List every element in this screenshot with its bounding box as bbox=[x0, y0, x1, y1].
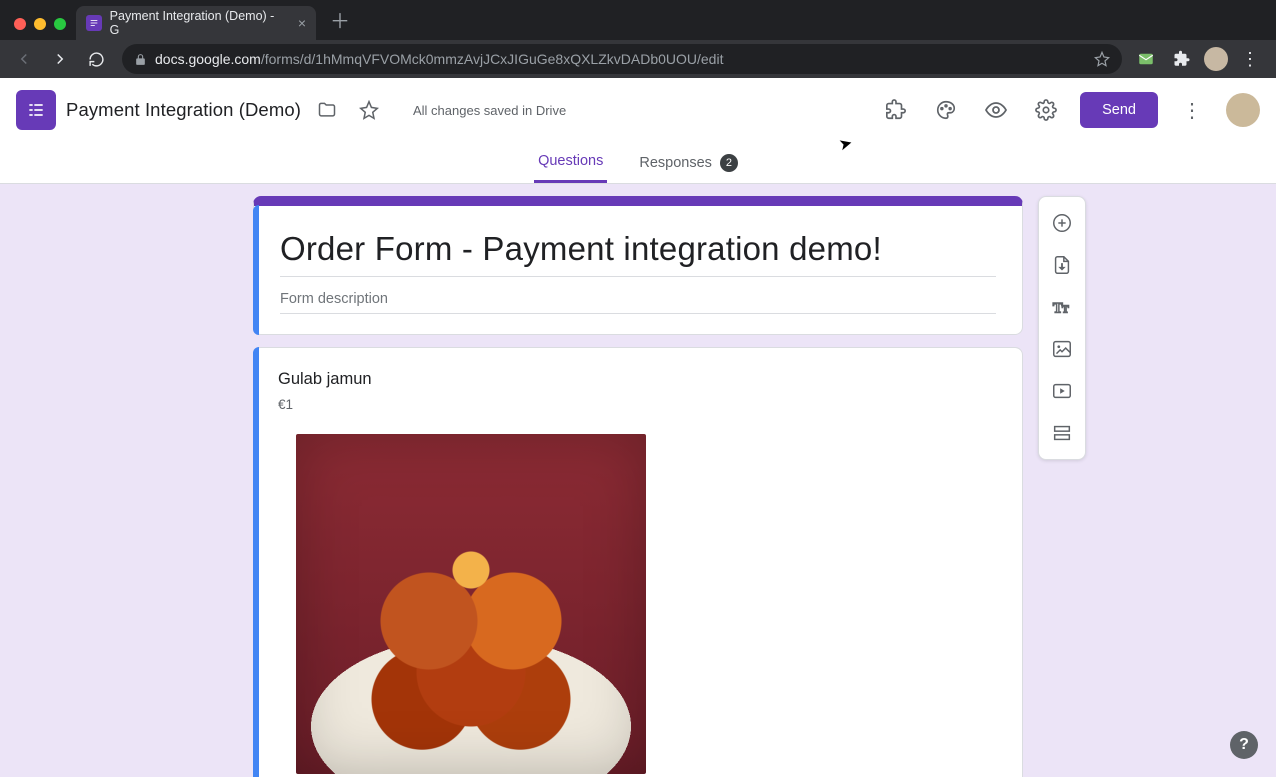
browser-actions: ⋮ bbox=[1132, 45, 1268, 73]
addons-puzzle-icon[interactable] bbox=[880, 94, 912, 126]
question-image[interactable] bbox=[296, 434, 646, 774]
extension-mail-icon[interactable] bbox=[1132, 45, 1160, 73]
responses-count-badge: 2 bbox=[720, 154, 738, 172]
customize-theme-palette-icon[interactable] bbox=[930, 94, 962, 126]
move-to-folder-icon[interactable] bbox=[311, 94, 343, 126]
address-bar[interactable]: docs.google.com/forms/d/1hMmqVFVOMck0mmz… bbox=[122, 44, 1122, 74]
import-questions-icon[interactable] bbox=[1042, 245, 1082, 285]
browser-chrome: Payment Integration (Demo) - G × ＋ docs.… bbox=[0, 0, 1276, 78]
close-window-button[interactable] bbox=[14, 18, 26, 30]
settings-gear-icon[interactable] bbox=[1030, 94, 1062, 126]
bookmark-star-icon[interactable] bbox=[1094, 51, 1110, 67]
floating-toolbar: TT bbox=[1038, 196, 1086, 460]
document-title[interactable]: Payment Integration (Demo) bbox=[66, 99, 301, 121]
form-stack: Order Form - Payment integration demo! F… bbox=[253, 196, 1023, 777]
forms-favicon-icon bbox=[86, 15, 102, 31]
preview-eye-icon[interactable] bbox=[980, 94, 1012, 126]
add-question-icon[interactable] bbox=[1042, 203, 1082, 243]
selection-indicator bbox=[253, 347, 259, 777]
window-controls bbox=[8, 18, 76, 40]
extensions-puzzle-icon[interactable] bbox=[1168, 45, 1196, 73]
add-title-text-icon[interactable]: TT bbox=[1042, 287, 1082, 327]
form-description-input[interactable]: Form description bbox=[280, 289, 996, 314]
tab-questions-label: Questions bbox=[538, 153, 603, 169]
minimize-window-button[interactable] bbox=[34, 18, 46, 30]
back-button[interactable] bbox=[8, 43, 40, 75]
tab-responses-label: Responses bbox=[639, 155, 712, 171]
add-section-icon[interactable] bbox=[1042, 413, 1082, 453]
star-icon[interactable] bbox=[353, 94, 385, 126]
save-status: All changes saved in Drive bbox=[413, 103, 566, 118]
new-tab-button[interactable]: ＋ bbox=[316, 5, 364, 40]
add-video-icon[interactable] bbox=[1042, 371, 1082, 411]
more-menu-icon[interactable]: ⋮ bbox=[1176, 94, 1208, 126]
profile-avatar-small[interactable] bbox=[1204, 47, 1228, 71]
tab-questions[interactable]: Questions bbox=[534, 142, 607, 183]
forms-logo-icon[interactable] bbox=[16, 90, 56, 130]
editor-canvas: Order Form - Payment integration demo! F… bbox=[0, 184, 1276, 777]
header-actions: Send ⋮ bbox=[880, 92, 1260, 128]
question-description[interactable]: €1 bbox=[278, 397, 998, 412]
help-button[interactable]: ? bbox=[1230, 731, 1258, 759]
question-title[interactable]: Gulab jamun bbox=[278, 370, 998, 389]
close-tab-icon[interactable]: × bbox=[298, 15, 306, 31]
browser-menu-icon[interactable]: ⋮ bbox=[1236, 45, 1264, 73]
tab-strip: Payment Integration (Demo) - G × ＋ bbox=[0, 0, 1276, 40]
form-title-card[interactable]: Order Form - Payment integration demo! F… bbox=[253, 196, 1023, 335]
svg-text:T: T bbox=[1062, 305, 1069, 316]
tab-title: Payment Integration (Demo) - G bbox=[110, 9, 284, 37]
lock-icon bbox=[134, 53, 147, 66]
selection-indicator bbox=[253, 205, 259, 335]
forms-app: Payment Integration (Demo) All changes s… bbox=[0, 78, 1276, 777]
account-avatar[interactable] bbox=[1226, 93, 1260, 127]
reload-button[interactable] bbox=[80, 43, 112, 75]
browser-toolbar: docs.google.com/forms/d/1hMmqVFVOMck0mmz… bbox=[0, 40, 1276, 78]
send-button[interactable]: Send bbox=[1080, 92, 1158, 128]
browser-tab[interactable]: Payment Integration (Demo) - G × bbox=[76, 6, 316, 40]
tab-responses[interactable]: Responses 2 bbox=[635, 142, 742, 183]
url-text: docs.google.com/forms/d/1hMmqVFVOMck0mmz… bbox=[155, 51, 723, 67]
add-image-icon[interactable] bbox=[1042, 329, 1082, 369]
forward-button[interactable] bbox=[44, 43, 76, 75]
form-tabs: Questions Responses 2 ➤ bbox=[0, 142, 1276, 184]
form-title-input[interactable]: Order Form - Payment integration demo! bbox=[280, 230, 996, 277]
maximize-window-button[interactable] bbox=[54, 18, 66, 30]
question-card-1[interactable]: Gulab jamun €1 bbox=[253, 347, 1023, 777]
app-header: Payment Integration (Demo) All changes s… bbox=[0, 78, 1276, 142]
